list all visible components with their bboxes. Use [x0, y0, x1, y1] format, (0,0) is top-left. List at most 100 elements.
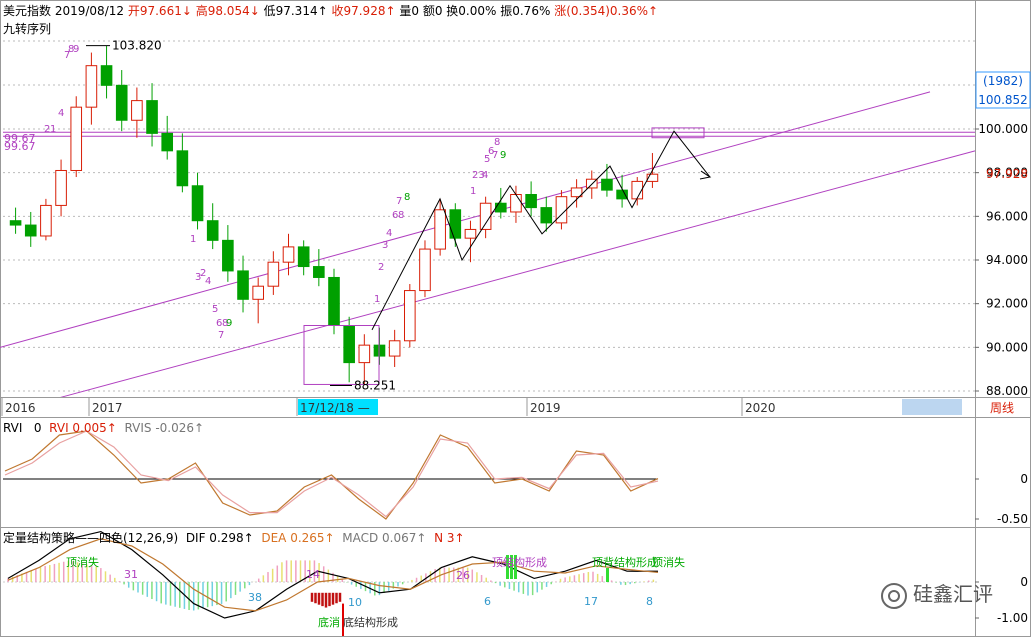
- candle-body: [343, 325, 355, 364]
- macd-annotation: 顶消失: [66, 555, 99, 569]
- quote-header: 美元指数 2019/08/12 开97.661↓ 高98.054↓ 低97.31…: [3, 4, 658, 18]
- current-price-label: 97.928: [986, 167, 1028, 181]
- rvi-tick-label: 0: [1020, 472, 1028, 486]
- turnover: 换0.00%: [446, 4, 497, 18]
- candle-body: [252, 285, 264, 300]
- low-price: 低97.314↑: [263, 4, 328, 18]
- macd-value: MACD 0.067↑: [342, 531, 427, 545]
- price-tick-label: 92.000: [986, 297, 1028, 311]
- price-tick-label: 94.000: [986, 253, 1028, 267]
- rvi-title: RVI: [3, 421, 23, 435]
- scroll-thumb: [902, 399, 962, 415]
- macd-annotation: 10: [348, 596, 362, 609]
- macd-annotation: 顶背结构形成: [592, 555, 658, 569]
- td-sequence-digit: 9: [73, 44, 79, 55]
- price-tick-label: 100.000: [978, 122, 1028, 136]
- macd-annotation: 26: [456, 569, 470, 582]
- candle-body: [24, 224, 37, 237]
- td-sequence-digit: 2: [44, 124, 50, 135]
- td-sequence-digit: 7: [64, 50, 70, 61]
- candle-body: [419, 248, 431, 292]
- rvi-header: RVI 0 RVI 0.005↑ RVIS -0.026↑: [3, 421, 204, 435]
- td-sequence-digit: 1: [190, 234, 196, 245]
- candle-body: [146, 100, 158, 134]
- watermark-text: 硅鑫汇评: [913, 582, 993, 606]
- candle-body: [85, 65, 98, 108]
- candle-body: [631, 180, 644, 200]
- candle-body: [449, 209, 462, 239]
- td-sequence-digit: 5: [484, 154, 490, 165]
- td-sequence-digit: 3: [195, 272, 201, 283]
- high-marker-label: 103.820: [112, 39, 162, 53]
- td-sequence-digit: 7: [218, 330, 224, 341]
- candle-body: [404, 290, 416, 342]
- wechat-icon: [881, 582, 907, 609]
- macd-header: 定量结构策略——四色(12,26,9) DIF 0.298↑ DEA 0.265…: [3, 531, 465, 545]
- td-sequence-digit: 8: [494, 137, 500, 148]
- rvi-tick-label: -0.50: [997, 512, 1028, 526]
- macd-title: 定量结构策略——四色(12,26,9): [3, 531, 179, 545]
- candle-body: [131, 100, 143, 121]
- candle-body: [115, 84, 128, 121]
- change: 涨(0.354)0.36%↑: [554, 4, 659, 18]
- candle-body: [464, 228, 477, 239]
- candle-body: [434, 209, 446, 250]
- time-axis-label: 2016: [5, 401, 36, 415]
- macd-annotation: 顶消失: [652, 555, 685, 569]
- open-price: 开97.661↓: [127, 4, 192, 18]
- candle-body: [313, 266, 325, 278]
- td-sequence-digit: 7: [396, 196, 402, 207]
- macd-tick-label: -1.00: [997, 611, 1028, 625]
- price-badge-top: (1982): [983, 74, 1023, 88]
- macd-annotation: 31: [124, 568, 138, 581]
- amplitude: 振0.76%: [500, 4, 551, 18]
- candle-body: [494, 202, 507, 213]
- macd-annotation: 顶结构形成: [492, 555, 547, 569]
- candle-body: [358, 344, 371, 364]
- macd-annotation: 17: [584, 595, 598, 608]
- candle-body: [176, 150, 189, 187]
- price-badge-value: 100.852: [978, 93, 1028, 107]
- level-label: 99.67: [4, 140, 36, 153]
- macd-annotation: 底消: [318, 615, 340, 629]
- macd-annotation: 底结构形成: [343, 615, 398, 629]
- time-axis-label: 2017: [92, 401, 123, 415]
- top-signal-bar: [606, 568, 609, 582]
- candle-body: [479, 202, 492, 230]
- rvi-zero: 0: [33, 421, 42, 435]
- macd-annotation: 38: [248, 591, 262, 604]
- candle-body: [328, 276, 340, 327]
- macd-annotation: 6: [484, 595, 491, 608]
- candle-body: [267, 261, 280, 287]
- candle-body: [601, 178, 613, 191]
- candle-body: [388, 340, 401, 357]
- td-sequence-digit: 4: [58, 108, 64, 119]
- macd-annotation: 14: [306, 568, 320, 581]
- time-axis-label: 2019: [530, 401, 561, 415]
- td-sequence-digit: 4: [205, 276, 211, 287]
- rvis-value: RVIS -0.026↑: [124, 421, 205, 435]
- td-sequence-digit: 8: [398, 210, 404, 221]
- candle-body: [222, 239, 234, 272]
- period-label: 周线: [990, 401, 1014, 415]
- candle-body: [282, 246, 295, 263]
- candle-body: [70, 106, 83, 171]
- td-sequence-digit: 9: [226, 318, 232, 329]
- high-price: 高98.054↓: [195, 4, 260, 18]
- price-tick-label: 90.000: [986, 340, 1028, 354]
- td-sequence-digit: 1: [374, 294, 380, 305]
- candle-body: [191, 185, 204, 222]
- close-price: 收97.928↑: [331, 4, 396, 18]
- volume: 量0: [399, 4, 419, 18]
- td-sequence-digit: 4: [386, 228, 392, 239]
- n-value: N 3↑: [434, 531, 465, 545]
- candle-body: [161, 132, 174, 152]
- quote-date: 2019/08/12: [54, 4, 125, 18]
- td-sequence-digit: 1: [50, 124, 56, 135]
- time-axis-label: 2020: [745, 401, 776, 415]
- td-sequence-digit: 5: [212, 304, 218, 315]
- td-sequence-digit: 3: [382, 240, 388, 251]
- td-sequence-digit: 9: [500, 150, 506, 161]
- time-axis-label: 17/12/18 —: [300, 401, 370, 415]
- macd-annotation: 8: [646, 595, 653, 608]
